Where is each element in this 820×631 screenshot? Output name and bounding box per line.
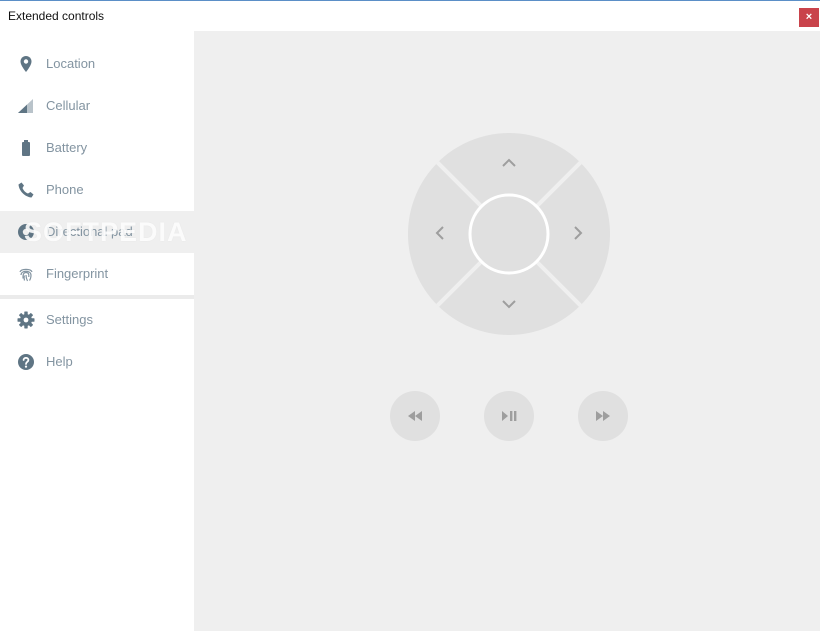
sidebar-item-settings[interactable]: Settings: [0, 299, 194, 341]
cellular-signal-icon: [18, 99, 33, 113]
sidebar-item-phone[interactable]: Phone: [0, 169, 194, 211]
sidebar-item-label: Fingerprint: [46, 266, 109, 281]
directional-pad: [408, 133, 610, 335]
play-pause-icon: [502, 411, 517, 421]
title-bar: Extended controls ×: [0, 0, 820, 31]
rewind-button[interactable]: [390, 391, 440, 441]
sidebar-item-label: Location: [46, 56, 96, 71]
sidebar-item-help[interactable]: Help: [0, 341, 194, 383]
directional-pad-panel: [194, 31, 820, 631]
phone-icon: [18, 182, 34, 198]
sidebar-item-label: Battery: [46, 140, 88, 155]
close-button[interactable]: ×: [799, 8, 819, 27]
sidebar-item-location[interactable]: Location: [0, 43, 194, 85]
sidebar-item-cellular[interactable]: Cellular: [0, 85, 194, 127]
sidebar-item-label: Help: [46, 354, 73, 369]
sidebar-item-battery[interactable]: Battery: [0, 127, 194, 169]
sidebar-item-label: Cellular: [46, 98, 91, 113]
sidebar-item-directional-pad[interactable]: Directional pad: [0, 211, 194, 253]
sidebar-item-label: Directional pad: [46, 224, 133, 239]
battery-icon: [22, 140, 30, 156]
sidebar-item-label: Phone: [46, 182, 84, 197]
dpad-icon: [18, 224, 34, 240]
help-icon: [18, 354, 34, 370]
fast-forward-icon: [596, 411, 610, 421]
gear-icon: [17, 311, 35, 329]
fingerprint-icon: [19, 268, 33, 282]
location-pin-icon: [20, 56, 32, 72]
sidebar-item-label: Settings: [46, 312, 93, 327]
sidebar: Location Cellular Battery Phone Directio…: [0, 31, 194, 631]
sidebar-item-fingerprint[interactable]: Fingerprint: [0, 253, 194, 295]
window-title: Extended controls: [8, 9, 105, 23]
fast-forward-button[interactable]: [578, 391, 628, 441]
dpad-center-button[interactable]: [468, 193, 550, 275]
play-pause-button[interactable]: [484, 391, 534, 441]
rewind-icon: [408, 411, 422, 421]
